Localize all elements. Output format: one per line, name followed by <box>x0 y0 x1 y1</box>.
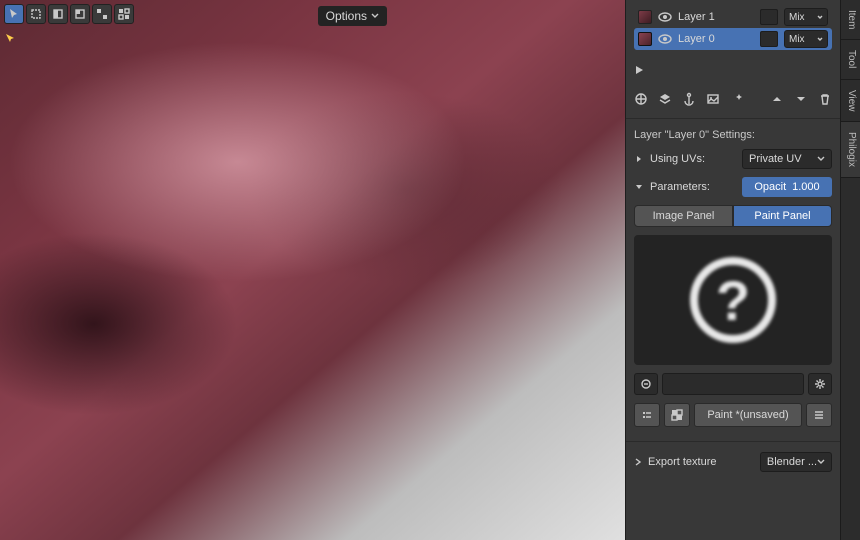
play-icon[interactable] <box>634 65 644 75</box>
layers-icon[interactable] <box>658 92 672 106</box>
layer-row[interactable]: Layer 0 Mix <box>634 28 832 50</box>
magic-icon[interactable] <box>730 92 744 106</box>
menu-icon[interactable] <box>806 403 832 427</box>
chevron-right-icon[interactable] <box>634 458 642 466</box>
image-panel-tab[interactable]: Image Panel <box>634 205 733 227</box>
texture-preview: ? <box>634 235 832 365</box>
tab-philogix[interactable]: Philogix <box>841 122 860 178</box>
options-label: Options <box>326 9 367 23</box>
select-quad-icon[interactable] <box>92 4 112 24</box>
chevron-down-icon <box>817 155 825 163</box>
layer-thumb-icon <box>638 32 652 46</box>
opacity-field[interactable]: Opacit 1.000 <box>742 177 832 197</box>
move-down-icon[interactable] <box>794 92 808 106</box>
visibility-icon[interactable] <box>658 32 672 46</box>
tab-item[interactable]: Item <box>841 0 860 40</box>
layer-row[interactable]: Layer 1 Mix <box>634 6 832 28</box>
visibility-icon[interactable] <box>658 10 672 24</box>
options-dropdown[interactable]: Options <box>318 6 387 26</box>
chevron-down-icon <box>817 14 823 20</box>
tab-tool[interactable]: Tool <box>841 40 860 79</box>
chevron-down-icon <box>817 458 825 466</box>
parameters-row: Parameters: Opacit 1.000 <box>634 177 832 197</box>
paint-panel-tab[interactable]: Paint Panel <box>733 205 832 227</box>
anchor-icon[interactable] <box>682 92 696 106</box>
move-up-icon[interactable] <box>770 92 784 106</box>
trash-icon[interactable] <box>818 92 832 106</box>
checker-icon[interactable] <box>664 403 690 427</box>
viewport-3d[interactable]: Options <box>0 0 625 540</box>
paint-slot-name[interactable]: Paint *(unsaved) <box>694 403 802 427</box>
layer-thumb-icon <box>638 10 652 24</box>
tab-view[interactable]: View <box>841 80 860 123</box>
texture-path-field[interactable] <box>662 373 804 395</box>
uv-select[interactable]: Private UV <box>742 149 832 169</box>
select-box-icon[interactable] <box>26 4 46 24</box>
layer-settings-title: Layer "Layer 0" Settings: <box>634 129 832 141</box>
playback-row <box>634 60 832 82</box>
cursor-tool-icon[interactable] <box>4 4 24 24</box>
export-texture-row: Export texture Blender ... <box>626 441 840 473</box>
link-icon[interactable] <box>634 373 658 395</box>
chevron-down-icon <box>817 36 823 42</box>
export-format-select[interactable]: Blender ... <box>760 452 832 472</box>
select-corner-icon[interactable] <box>70 4 90 24</box>
paint-slot-row: Paint *(unsaved) <box>634 403 832 427</box>
caret-down-icon[interactable] <box>634 182 644 192</box>
texture-slot-row <box>634 373 832 395</box>
layer-list: Layer 1 Mix Layer 0 Mix <box>634 6 832 50</box>
blend-mode-select[interactable]: Mix <box>784 8 828 26</box>
image-icon[interactable] <box>706 92 720 106</box>
settings-gear-icon[interactable] <box>808 373 832 395</box>
export-label: Export texture <box>648 456 754 468</box>
blend-mode-select[interactable]: Mix <box>784 30 828 48</box>
layer-ops-row <box>634 88 832 114</box>
side-tabs: Item Tool View Philogix <box>840 0 860 540</box>
parameters-label: Parameters: <box>650 181 736 193</box>
select-half-icon[interactable] <box>48 4 68 24</box>
using-uvs-row: Using UVs: Private UV <box>634 149 832 169</box>
layer-mask-icon[interactable] <box>760 9 778 25</box>
move-icon[interactable] <box>634 92 648 106</box>
properties-panel: Layer 1 Mix Layer 0 Mix <box>625 0 840 540</box>
mode-icon-toolbar <box>4 4 134 24</box>
brush-settings-icon[interactable] <box>634 403 660 427</box>
layer-mask-icon[interactable] <box>760 31 778 47</box>
layer-name: Layer 0 <box>678 33 754 45</box>
panel-toggle: Image Panel Paint Panel <box>634 205 832 227</box>
cursor-indicator-icon <box>4 32 16 47</box>
layer-name: Layer 1 <box>678 11 754 23</box>
missing-texture-icon: ? <box>690 257 776 343</box>
select-checker-icon[interactable] <box>114 4 134 24</box>
using-uvs-label: Using UVs: <box>650 153 736 165</box>
caret-right-icon[interactable] <box>634 154 644 164</box>
chevron-down-icon <box>371 12 379 20</box>
